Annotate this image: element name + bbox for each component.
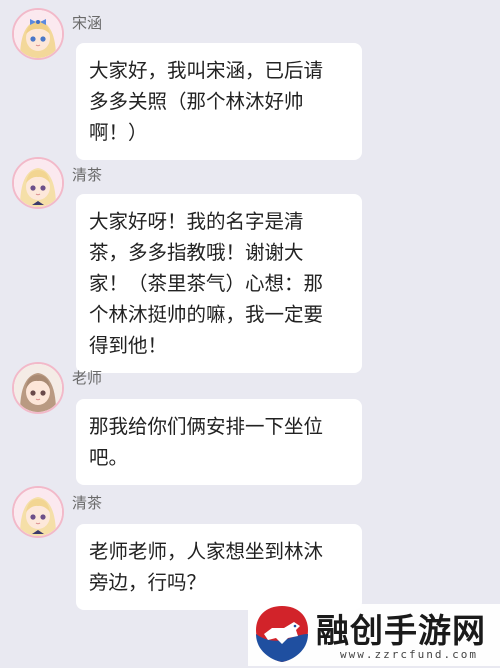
girl-blonde-bow-avatar-icon	[14, 10, 62, 58]
dog-shield-logo-icon	[254, 604, 310, 664]
avatar[interactable]	[12, 486, 64, 538]
watermark-title: 融创手游网	[316, 611, 486, 650]
sender-name: 老师	[72, 369, 103, 387]
girl-blonde-avatar-icon	[14, 488, 62, 536]
watermark-url: www.zzrcfund.com	[340, 648, 478, 661]
message-bubble[interactable]: 大家好呀！我的名字是清 茶，多多指教哦！谢谢大 家！（茶里茶气）心想：那 个林沐…	[76, 194, 362, 373]
message-bubble[interactable]: 那我给你们俩安排一下坐位 吧。	[76, 399, 362, 485]
girl-blonde-avatar-icon	[14, 159, 62, 207]
sender-name: 宋涵	[72, 14, 103, 32]
avatar[interactable]	[12, 157, 64, 209]
message-bubble[interactable]: 大家好，我叫宋涵，已后请 多多关照（那个林沐好帅 啊！）	[76, 43, 362, 160]
message-bubble[interactable]: 老师老师，人家想坐到林沐 旁边，行吗？	[76, 524, 362, 610]
avatar[interactable]	[12, 8, 64, 60]
girl-brown-hair-avatar-icon	[14, 364, 62, 412]
site-watermark: 融创手游网 www.zzrcfund.com	[248, 604, 500, 666]
sender-name: 清茶	[72, 494, 103, 512]
chat-window: 宋涵 大家好，我叫宋涵，已后请 多多关照（那个林沐好帅 啊！） 清茶 大家好呀！…	[0, 0, 500, 666]
avatar[interactable]	[12, 362, 64, 414]
sender-name: 清茶	[72, 166, 103, 184]
